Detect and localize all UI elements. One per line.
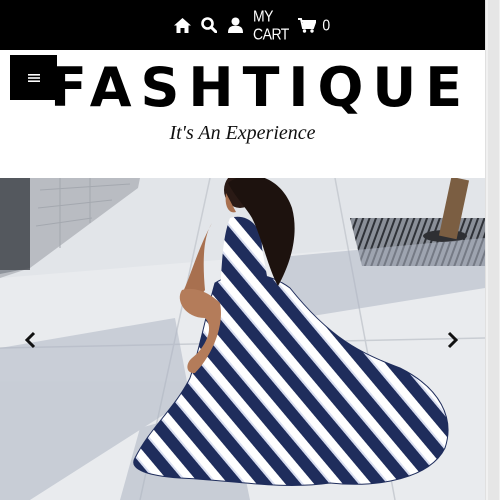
cart-label: MY CART [253,7,289,43]
chevron-left-icon [24,331,36,349]
user-icon[interactable] [226,14,244,36]
cart-count: 0 [320,14,332,36]
cart-icon[interactable] [297,14,317,36]
chevron-right-icon [447,331,459,349]
cart-link[interactable]: MY CART [253,7,295,42]
page: MY CART 0 FASHTIQUE It's An Experience [0,0,485,500]
scrollbar-thumb[interactable] [488,0,499,500]
hero-slider [0,178,485,500]
page-scrollbar[interactable] [485,0,500,500]
menu-toggle-button[interactable] [10,55,57,100]
site-tagline: It's An Experience [169,122,316,144]
slider-prev-button[interactable] [20,328,40,352]
hamburger-menu-icon [27,73,40,82]
hero-image [0,178,485,500]
site-logo[interactable]: FASHTIQUE [50,58,462,118]
home-icon[interactable] [173,14,191,36]
slider-next-button[interactable] [443,328,463,352]
top-bar: MY CART 0 [0,0,485,50]
search-icon[interactable] [200,14,218,36]
cart-count-text: 0 [322,16,330,34]
